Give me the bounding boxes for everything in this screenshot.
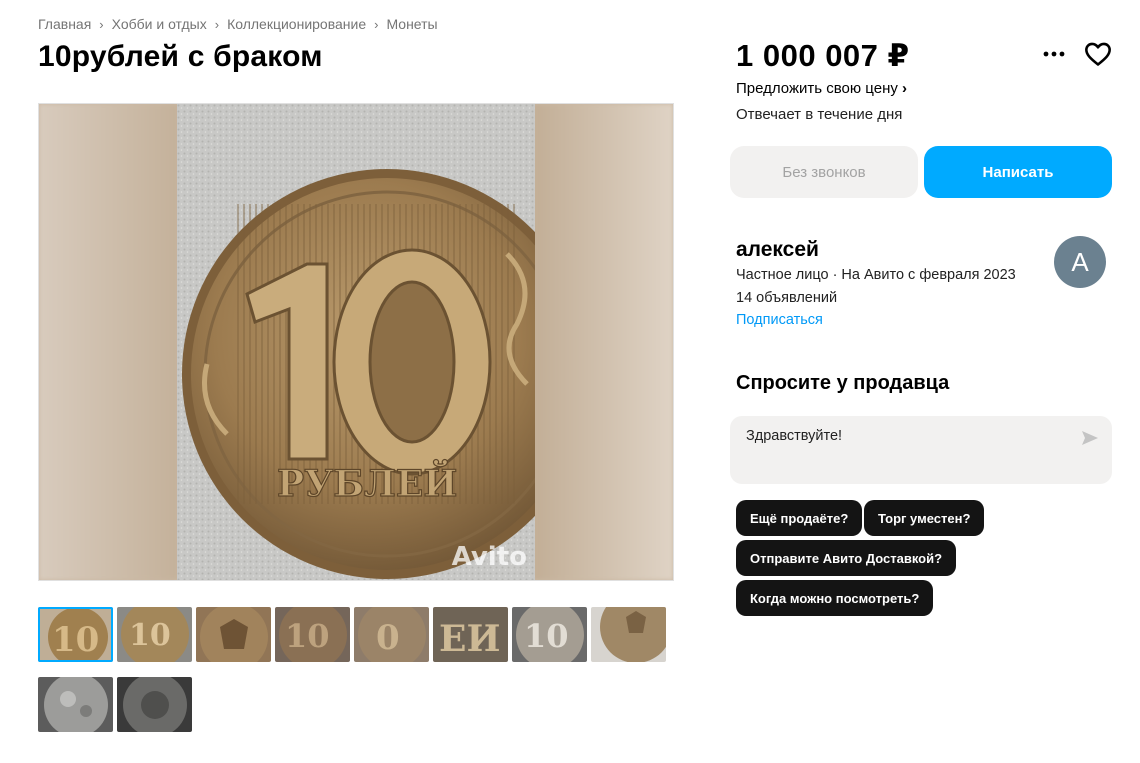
chevron-right-icon: ›	[99, 16, 104, 32]
write-button[interactable]: Написать	[924, 146, 1112, 198]
avatar[interactable]: А	[1054, 236, 1106, 288]
main-photo[interactable]: РУБЛЕЙ Avito	[38, 103, 674, 581]
seller-info: Частное лицо · На Авито с февраля 2023	[736, 267, 1016, 283]
breadcrumb-item-collecting[interactable]: Коллекционирование	[227, 16, 366, 32]
thumbnail-strip: 10 10 10 0 ЕИ 10	[38, 607, 678, 732]
thumbnail-6[interactable]: ЕИ	[433, 607, 508, 662]
breadcrumb: Главная › Хобби и отдых › Коллекциониров…	[38, 16, 438, 32]
send-icon[interactable]	[1080, 428, 1100, 448]
thumbnail-8[interactable]	[591, 607, 666, 662]
thumbnail-10[interactable]	[117, 677, 192, 732]
thumbnail-9[interactable]	[38, 677, 113, 732]
response-time: Отвечает в течение дня	[736, 106, 903, 123]
thumbnail-4[interactable]: 10	[275, 607, 350, 662]
breadcrumb-item-coins[interactable]: Монеты	[386, 16, 437, 32]
photo-blur-left	[39, 104, 179, 580]
message-box	[730, 416, 1112, 484]
message-input[interactable]	[746, 428, 1066, 444]
svg-text:10: 10	[52, 620, 99, 660]
no-calls-button[interactable]: Без звонков	[730, 146, 918, 198]
seller-ads-count[interactable]: 14 объявлений	[736, 290, 837, 306]
breadcrumb-item-hobby[interactable]: Хобби и отдых	[112, 16, 207, 32]
price: 1 000 007 ₽	[736, 38, 910, 73]
more-options-icon[interactable]	[1040, 40, 1068, 68]
photo-blur-right	[533, 104, 673, 580]
quick-question-delivery[interactable]: Отправите Авито Доставкой?	[736, 540, 957, 576]
thumbnail-1[interactable]: 10	[38, 607, 113, 662]
chevron-right-icon: ›	[214, 16, 220, 32]
thumbnail-3[interactable]	[196, 607, 271, 662]
avito-watermark: Avito	[451, 542, 527, 572]
thumbnail-7[interactable]: 10	[512, 607, 587, 662]
thumbnail-5[interactable]: 0	[354, 607, 429, 662]
coin-rubley-label: РУБЛЕЙ	[277, 460, 457, 505]
quick-question-bargain[interactable]: Торг уместен?	[864, 500, 985, 536]
quick-question-still-selling[interactable]: Ещё продаёте?	[736, 500, 863, 536]
quick-question-viewing[interactable]: Когда можно посмотреть?	[736, 580, 934, 616]
svg-text:ЕИ: ЕИ	[439, 618, 500, 660]
svg-text:10: 10	[129, 618, 171, 653]
ask-seller-title: Спросите у продавца	[736, 372, 950, 394]
chevron-right-icon: ›	[374, 16, 379, 32]
chevron-right-icon: ›	[902, 80, 908, 97]
heart-icon[interactable]	[1084, 40, 1112, 68]
offer-price-link[interactable]: Предложить свою цену ›	[736, 80, 907, 97]
coin-photo: РУБЛЕЙ Avito	[177, 104, 535, 580]
breadcrumb-item-home[interactable]: Главная	[38, 16, 91, 32]
offer-price-label: Предложить свою цену	[736, 80, 898, 97]
svg-text:10: 10	[524, 617, 569, 655]
svg-text:0: 0	[376, 618, 400, 658]
svg-text:10: 10	[285, 617, 330, 655]
page-title: 10рублей с браком	[38, 40, 323, 73]
thumbnail-2[interactable]: 10	[117, 607, 192, 662]
subscribe-link[interactable]: Подписаться	[736, 312, 823, 328]
seller-name[interactable]: алексей	[736, 238, 819, 262]
